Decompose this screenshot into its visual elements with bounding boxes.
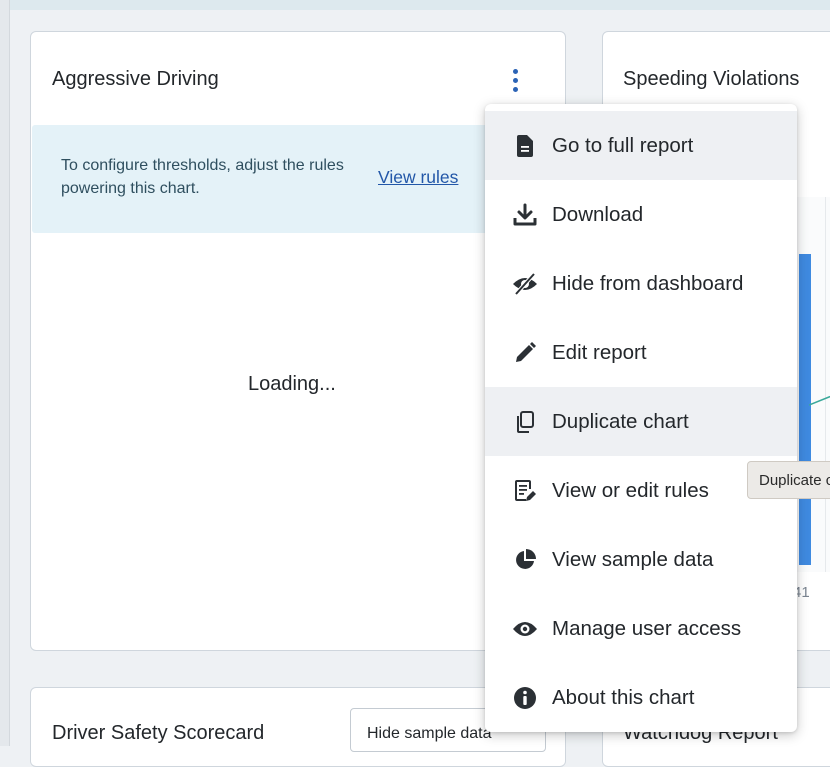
menu-item-label: Edit report (552, 340, 647, 364)
trend-line (809, 395, 830, 406)
left-gutter (0, 0, 10, 746)
menu-item-view-sample-data[interactable]: View sample data (485, 525, 797, 594)
copy-icon (512, 409, 538, 435)
top-strip (0, 0, 830, 10)
info-icon (512, 685, 538, 711)
options-menu: Go to full report Download Hide from das… (485, 104, 797, 732)
loading-text: Loading... (248, 373, 336, 395)
eye-off-icon (512, 271, 538, 297)
menu-item-hide-from-dashboard[interactable]: Hide from dashboard (485, 249, 797, 318)
menu-item-label: Manage user access (552, 616, 742, 640)
card-title: Driver Safety Scorecard (52, 722, 265, 744)
view-rules-link[interactable]: View rules (378, 167, 458, 188)
download-icon (512, 202, 538, 228)
card-title: Aggressive Driving (52, 68, 219, 90)
pencil-icon (512, 340, 538, 366)
menu-item-edit-report[interactable]: Edit report (485, 318, 797, 387)
menu-item-label: Download (552, 202, 644, 226)
document-icon (512, 133, 538, 159)
card-title: Speeding Violations (623, 68, 800, 90)
menu-item-about-this-chart[interactable]: About this chart (485, 663, 797, 732)
menu-item-label: Hide from dashboard (552, 271, 744, 295)
menu-item-duplicate-chart[interactable]: Duplicate chart (485, 387, 797, 456)
menu-item-manage-user-access[interactable]: Manage user access (485, 594, 797, 663)
menu-item-label: Duplicate chart (552, 409, 689, 433)
menu-item-label: About this chart (552, 685, 695, 709)
menu-item-label: View sample data (552, 547, 714, 571)
rules-icon (512, 478, 538, 504)
chart-bar[interactable] (799, 254, 811, 565)
eye-icon (512, 616, 538, 642)
menu-item-label: Go to full report (552, 133, 694, 157)
more-options-icon[interactable] (507, 64, 523, 96)
pie-chart-icon (512, 547, 538, 573)
tooltip: Duplicate chart (747, 461, 830, 499)
menu-item-go-to-full-report[interactable]: Go to full report (485, 111, 797, 180)
menu-item-download[interactable]: Download (485, 180, 797, 249)
grid-line (825, 197, 826, 572)
banner-text: To configure thresholds, adjust the rule… (61, 157, 344, 197)
menu-item-label: View or edit rules (552, 478, 709, 502)
